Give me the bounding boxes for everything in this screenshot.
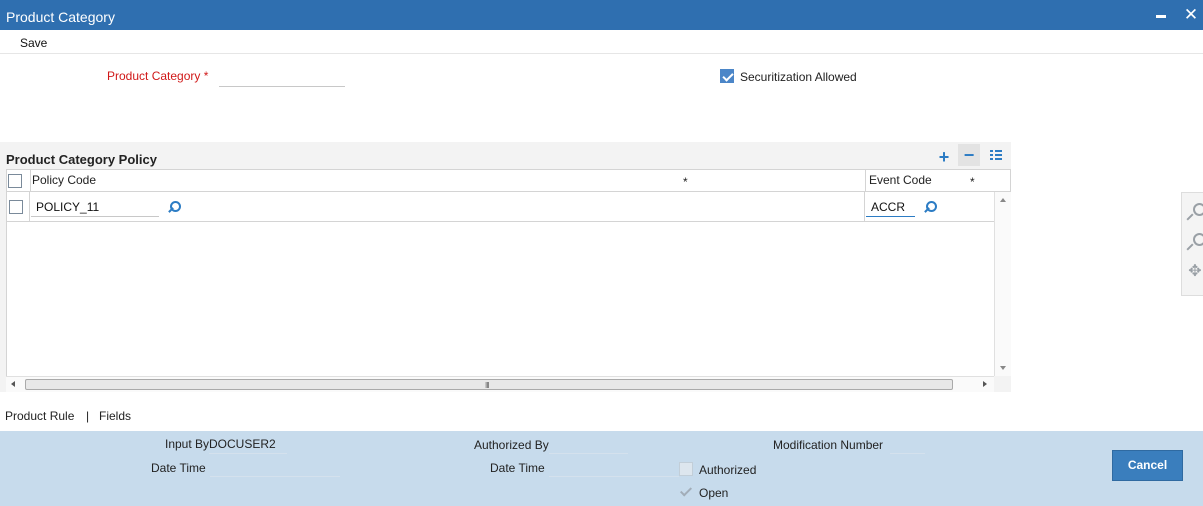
authorized-date-time-label: Date Time [490, 461, 545, 475]
scroll-right-icon[interactable] [983, 381, 987, 387]
required-mark: * [203, 69, 209, 83]
authorized-by-label: Authorized By [474, 438, 549, 452]
open-checkbox [679, 485, 693, 499]
event-code-header: Event Code [869, 173, 932, 187]
scroll-up-icon[interactable] [1000, 198, 1006, 202]
date-time-underline [210, 476, 340, 477]
add-row-button[interactable]: + [933, 146, 955, 168]
move-icon[interactable]: ✥ [1186, 263, 1203, 281]
column-divider [864, 192, 865, 222]
remove-row-button[interactable]: − [958, 144, 980, 166]
product-rule-link[interactable]: Product Rule [5, 409, 74, 423]
product-category-policy-grid: Product Category Policy + − Policy Code … [0, 142, 1011, 392]
product-category-label: Product Category * [107, 69, 208, 83]
authorized-by-underline [549, 453, 628, 454]
fields-link[interactable]: Fields [99, 409, 131, 423]
input-by-value: DOCUSER2 [209, 437, 276, 451]
grid-header: Policy Code * Event Code * [6, 169, 1011, 192]
authorized-date-time-underline [549, 476, 679, 477]
list-icon [990, 150, 1002, 160]
date-time-label: Date Time [151, 461, 206, 475]
column-divider [29, 192, 30, 222]
product-category-label-text: Product Category [107, 69, 201, 83]
input-by-label: Input By [165, 437, 210, 451]
policy-code-header: Policy Code [32, 173, 97, 187]
table-row [7, 192, 995, 222]
open-label: Open [699, 486, 729, 500]
cancel-button[interactable]: Cancel [1112, 450, 1183, 481]
row-select-checkbox[interactable] [9, 200, 23, 214]
policy-code-required-mark: * [683, 175, 688, 189]
scroll-left-icon[interactable] [11, 381, 15, 387]
scroll-down-icon[interactable] [1000, 366, 1006, 370]
window-title: Product Category [6, 9, 115, 25]
grid-title: Product Category Policy [6, 152, 157, 167]
zoom-in-icon[interactable] [1186, 203, 1203, 221]
modification-number-underline [890, 453, 925, 454]
toolbar: Save [0, 30, 1203, 54]
audit-panel: Input By DOCUSER2 Date Time Authorized B… [0, 431, 1203, 506]
event-code-required-mark: * [970, 175, 975, 189]
modification-number-label: Modification Number [773, 438, 884, 452]
scroll-grip: III [485, 381, 490, 390]
window-title-bar: Product Category ✕ [0, 0, 1203, 30]
list-view-button[interactable] [985, 144, 1007, 166]
product-category-input[interactable] [219, 68, 345, 87]
save-button[interactable]: Save [20, 36, 47, 50]
event-code-search-icon[interactable] [923, 201, 937, 215]
zoom-out-icon[interactable] [1186, 233, 1203, 251]
column-divider [865, 170, 866, 191]
policy-code-search-icon[interactable] [167, 201, 181, 215]
grid-body [6, 192, 995, 376]
column-divider [30, 170, 31, 191]
select-all-checkbox[interactable] [8, 174, 22, 188]
securitization-allowed-checkbox[interactable] [720, 69, 734, 83]
authorized-label: Authorized [699, 463, 757, 477]
side-tool-panel: ✥ [1181, 192, 1203, 296]
minimize-icon[interactable] [1156, 6, 1168, 24]
link-separator: | [86, 409, 90, 423]
horizontal-scroll-thumb[interactable]: III [25, 379, 953, 390]
event-code-input[interactable] [866, 197, 915, 217]
vertical-scrollbar[interactable] [994, 192, 1011, 376]
horizontal-scrollbar[interactable]: III [6, 376, 994, 392]
close-icon[interactable]: ✕ [1183, 5, 1199, 25]
input-by-underline [209, 453, 287, 454]
securitization-allowed-label: Securitization Allowed [740, 70, 857, 84]
policy-code-input[interactable] [31, 197, 159, 217]
authorized-checkbox [679, 462, 693, 476]
footer-links: Product Rule | Fields [0, 400, 1203, 431]
